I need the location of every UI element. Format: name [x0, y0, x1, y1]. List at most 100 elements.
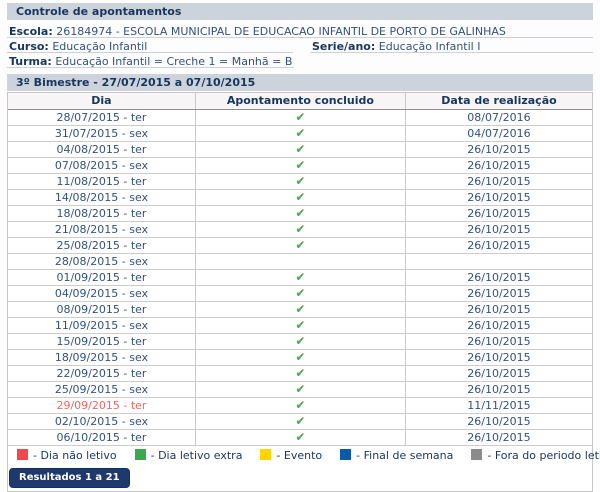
date-cell: 26/10/2015 — [405, 381, 592, 398]
day-cell: 08/09/2015 - ter — [8, 301, 196, 318]
table-row: 15/09/2015 - ter ✔ 26/10/2015 — [8, 333, 592, 350]
legend-label: - Evento — [276, 448, 323, 462]
day-cell: 31/07/2015 - sex — [8, 125, 196, 142]
curso-serie-row: Curso: Educação Infantil Serie/ano: Educ… — [7, 38, 593, 53]
check-icon: ✔ — [295, 382, 306, 396]
day-cell: 14/08/2015 - sex — [8, 189, 196, 206]
table-row: 04/09/2015 - sex ✔ 26/10/2015 — [8, 285, 592, 302]
day-cell: 29/09/2015 - ter — [8, 397, 196, 414]
table-row: 11/09/2015 - sex ✔ 26/10/2015 — [8, 317, 592, 334]
table-row: 18/08/2015 - ter ✔ 26/10/2015 — [8, 205, 592, 222]
legend-item: - Dia não letivo — [17, 447, 117, 464]
date-cell: 26/10/2015 — [405, 157, 592, 174]
day-cell: 28/08/2015 - sex — [8, 253, 196, 270]
check-icon: ✔ — [295, 158, 306, 172]
check-icon: ✔ — [295, 270, 306, 284]
date-cell — [405, 253, 592, 270]
legend-label: - Dia letivo extra — [150, 448, 243, 462]
concluded-cell: ✔ — [195, 381, 406, 398]
field-curso: Curso: Educação Infantil — [7, 38, 293, 53]
bimestre-section-header: 3º Bimestre - 27/07/2015 a 07/10/2015 — [7, 74, 593, 91]
concluded-cell: ✔ — [195, 237, 406, 254]
field-escola: Escola: 26184974 - ESCOLA MUNICIPAL DE E… — [7, 23, 593, 38]
page-title: Controle de apontamentos — [7, 3, 593, 20]
table-row: 08/09/2015 - ter ✔ 26/10/2015 — [8, 301, 592, 318]
date-cell: 26/10/2015 — [405, 349, 592, 366]
day-cell: 15/09/2015 - ter — [8, 333, 196, 350]
date-cell: 26/10/2015 — [405, 429, 592, 446]
table-body: 28/07/2015 - ter ✔ 08/07/2016 31/07/2015 - … — [8, 109, 592, 446]
check-icon: ✔ — [295, 398, 306, 412]
turma-label: Turma: — [9, 55, 52, 68]
day-cell: 06/10/2015 - ter — [8, 429, 196, 446]
weekend-swatch — [340, 448, 352, 460]
concluded-cell: ✔ — [195, 285, 406, 302]
concluded-cell: ✔ — [195, 317, 406, 334]
legend-item: - Dia letivo extra — [134, 447, 243, 464]
table-row: 07/08/2015 - sex ✔ 26/10/2015 — [8, 157, 592, 174]
table-row: 28/07/2015 - ter ✔ 08/07/2016 — [8, 109, 592, 126]
date-cell: 08/07/2016 — [405, 109, 592, 126]
check-icon: ✔ — [295, 222, 306, 236]
date-cell: 26/10/2015 — [405, 301, 592, 318]
column-header-apontamento: Apontamento concluido — [195, 93, 406, 110]
check-icon: ✔ — [295, 126, 306, 140]
controle-apontamentos-page: Controle de apontamentos Escola: 2618497… — [0, 0, 600, 492]
table-row: 01/09/2015 - ter ✔ 26/10/2015 — [8, 269, 592, 286]
check-icon: ✔ — [295, 110, 306, 124]
check-icon: ✔ — [295, 206, 306, 220]
serie-ano-label: Serie/ano: — [312, 40, 376, 53]
concluded-cell: ✔ — [195, 189, 406, 206]
day-cell: 21/08/2015 - sex — [8, 221, 196, 238]
day-cell: 18/09/2015 - sex — [8, 349, 196, 366]
date-cell: 26/10/2015 — [405, 365, 592, 382]
concluded-cell: ✔ — [195, 413, 406, 430]
date-cell: 26/10/2015 — [405, 237, 592, 254]
column-header-dia: Dia — [8, 93, 196, 110]
curso-label: Curso: — [9, 40, 49, 53]
legend-label: - Fora do periodo letivo — [487, 448, 600, 462]
escola-label: Escola: — [9, 25, 53, 38]
field-serie-ano: Serie/ano: Educação Infantil I — [310, 38, 593, 53]
date-cell: 04/07/2016 — [405, 125, 592, 142]
date-cell: 26/10/2015 — [405, 269, 592, 286]
table-row: 22/09/2015 - ter ✔ 26/10/2015 — [8, 365, 592, 382]
check-icon: ✔ — [295, 302, 306, 316]
legend-label: - Final de semana — [356, 448, 454, 462]
concluded-cell: ✔ — [195, 221, 406, 238]
date-cell: 26/10/2015 — [405, 333, 592, 350]
concluded-cell: ✔ — [195, 125, 406, 142]
date-cell: 26/10/2015 — [405, 413, 592, 430]
column-header-data: Data de realização — [405, 93, 592, 110]
concluded-cell: ✔ — [195, 301, 406, 318]
check-icon: ✔ — [295, 286, 306, 300]
table-row: 25/08/2015 - ter ✔ 26/10/2015 — [8, 237, 592, 254]
appointments-box: Dia Apontamento concluido Data de realiz… — [7, 92, 600, 492]
legend-item: - Final de semana — [340, 447, 453, 464]
legend-label: - Dia não letivo — [33, 448, 117, 462]
day-cell: 04/08/2015 - ter — [8, 141, 196, 158]
date-cell: 26/10/2015 — [405, 189, 592, 206]
concluded-cell: ✔ — [195, 333, 406, 350]
day-cell: 25/08/2015 - ter — [8, 237, 196, 254]
event-swatch — [260, 448, 272, 460]
date-cell: 26/10/2015 — [405, 317, 592, 334]
table-row: 31/07/2015 - sex ✔ 04/07/2016 — [8, 125, 592, 142]
check-icon: ✔ — [295, 430, 306, 444]
check-icon: ✔ — [295, 174, 306, 188]
check-icon: ✔ — [295, 350, 306, 364]
escola-value: 26184974 - ESCOLA MUNICIPAL DE EDUCACAO … — [56, 25, 506, 38]
check-icon: ✔ — [295, 414, 306, 428]
table-row: 21/08/2015 - sex ✔ 26/10/2015 — [8, 221, 592, 238]
day-cell: 25/09/2015 - sex — [8, 381, 196, 398]
table-row: 29/09/2015 - ter ✔ 11/11/2015 — [8, 397, 592, 414]
results-button[interactable]: Resultados 1 a 21 — [9, 468, 130, 488]
extra-school-day-swatch — [134, 448, 146, 460]
day-cell: 04/09/2015 - sex — [8, 285, 196, 302]
day-cell: 22/09/2015 - ter — [8, 365, 196, 382]
table-row: 06/10/2015 - ter ✔ 26/10/2015 — [8, 429, 592, 446]
concluded-cell: ✔ — [195, 429, 406, 446]
check-icon: ✔ — [295, 334, 306, 348]
table-row: 28/08/2015 - sex — [8, 253, 592, 270]
check-icon: ✔ — [295, 318, 306, 332]
